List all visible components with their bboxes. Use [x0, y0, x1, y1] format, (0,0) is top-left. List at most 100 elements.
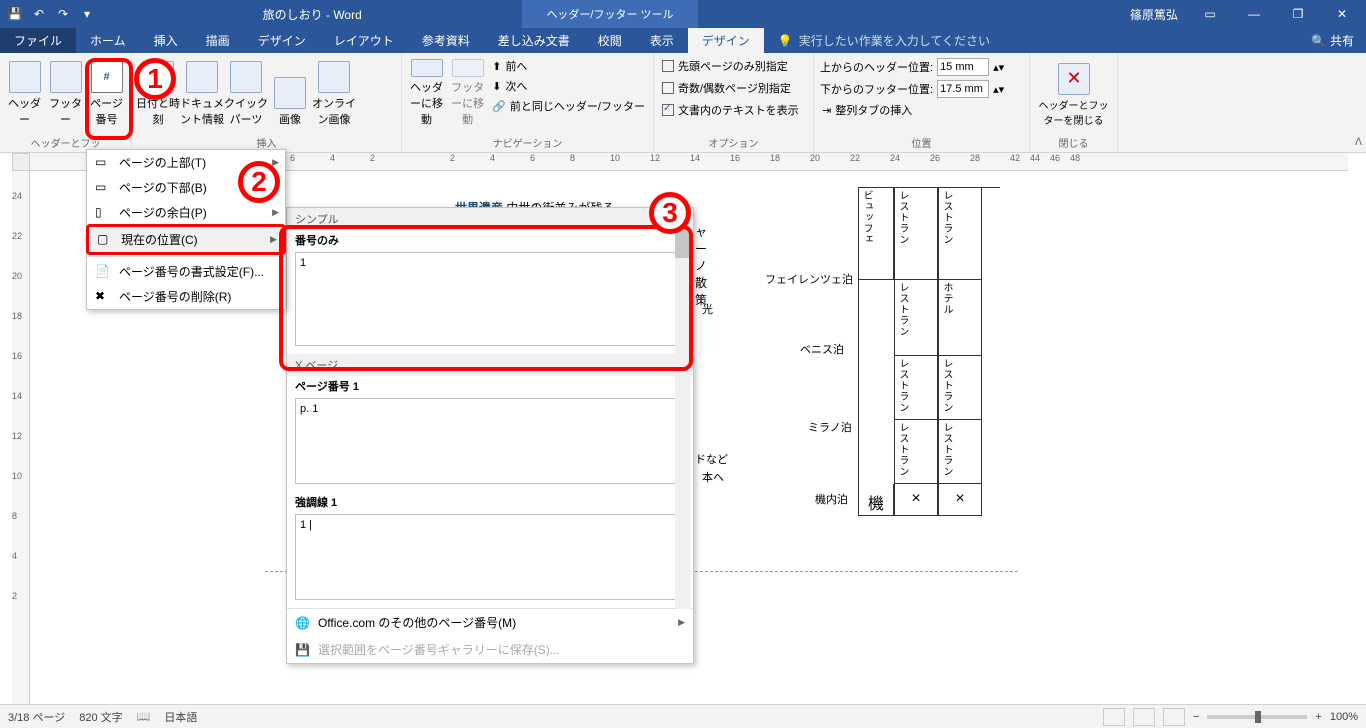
ribbon: ヘッダー フッター #ページ番号 ヘッダーとフッ 日付と時刻 ドキュメント情報 … [0, 53, 1366, 153]
prev-button[interactable]: ⬆前へ [488, 57, 649, 75]
minimize-icon[interactable]: — [1234, 0, 1274, 28]
date-label: 日付と時刻 [136, 95, 180, 127]
close-label: ヘッダーとフッターを閉じる [1034, 97, 1113, 127]
footer-pos-input[interactable] [937, 80, 989, 98]
ruler-corner [12, 153, 30, 171]
zoom-out-icon[interactable]: − [1193, 711, 1199, 723]
tab-layout[interactable]: レイアウト [320, 28, 408, 53]
restore-icon[interactable]: ❐ [1278, 0, 1318, 28]
menu-tabs: ファイル ホーム 挿入 描画 デザイン レイアウト 参考資料 差し込み文書 校閲… [0, 28, 1366, 53]
gallery-section-xpage: X ベージ [287, 354, 693, 376]
group-nav-label: ナビゲーション [402, 135, 653, 152]
footer-label: フッター [45, 95, 86, 127]
checkbox-icon [662, 82, 674, 94]
menu-format-page-numbers[interactable]: 📄ページ番号の書式設定(F)... [87, 259, 285, 284]
image-button[interactable]: 画像 [268, 55, 312, 127]
status-page[interactable]: 3/18 ページ [8, 709, 65, 725]
annotation-badge-1: 1 [134, 58, 176, 100]
tab-draw[interactable]: 描画 [192, 28, 244, 53]
link-same-button[interactable]: 🔗前と同じヘッダー/フッター [488, 97, 649, 115]
next-button[interactable]: ⬇次へ [488, 77, 649, 95]
tab-home[interactable]: ホーム [76, 28, 140, 53]
table-fragment: ビュッフェ レストラン レストラン レストラン ホテル レストラン レストラン … [858, 187, 1000, 516]
header-pos-input[interactable] [937, 58, 989, 76]
tab-references[interactable]: 参考資料 [408, 28, 484, 53]
menu-current-position[interactable]: ▢現在の位置(C)▶ [86, 224, 286, 255]
tab-review[interactable]: 校閲 [584, 28, 636, 53]
tab-file[interactable]: ファイル [0, 28, 76, 53]
save-icon: 💾 [295, 643, 310, 657]
footer-from-bottom: 下からのフッター位置:▴▾ [818, 79, 1006, 99]
qat-more-icon[interactable]: ▾ [76, 3, 98, 25]
tab-insert[interactable]: 挿入 [140, 28, 192, 53]
status-words[interactable]: 820 文字 [79, 709, 122, 725]
quick-parts-button[interactable]: クイック パーツ [224, 55, 268, 127]
spinner-icon[interactable]: ▴▾ [993, 83, 1004, 96]
menu-remove-page-numbers[interactable]: ✖ページ番号の削除(R) [87, 284, 285, 309]
window-title: 旅のしおり - Word [102, 6, 522, 23]
gallery-section-simple: シンプル [287, 208, 693, 230]
title-bar: 💾 ↶ ↷ ▾ 旅のしおり - Word ヘッダー/フッター ツール 篠原篤弘 … [0, 0, 1366, 28]
close-icon[interactable]: ✕ [1322, 0, 1362, 28]
collapse-ribbon-icon[interactable]: ᐱ [1355, 137, 1362, 148]
page-number-button[interactable]: #ページ番号 [86, 55, 127, 127]
chevron-right-icon: ▶ [272, 207, 279, 218]
opt-first-page[interactable]: 先頭ページのみ別指定 [658, 57, 803, 75]
view-web-icon[interactable] [1163, 708, 1185, 726]
quick-access-toolbar: 💾 ↶ ↷ ▾ [0, 3, 102, 25]
share-icon: 🔍 [1311, 34, 1326, 48]
zoom-level[interactable]: 100% [1330, 711, 1358, 723]
close-hf-button[interactable]: ヘッダーとフッターを閉じる [1034, 55, 1113, 127]
opt-show-text[interactable]: 文書内のテキストを表示 [658, 101, 803, 119]
tab-view[interactable]: 表示 [636, 28, 688, 53]
chevron-right-icon: ▶ [678, 617, 685, 628]
view-print-icon[interactable] [1133, 708, 1155, 726]
tab-hf-design[interactable]: デザイン [688, 28, 764, 53]
tab-design[interactable]: デザイン [244, 28, 320, 53]
annotation-badge-2: 2 [238, 161, 280, 203]
gallery-scrollbar[interactable] [675, 226, 691, 609]
opt-accent1[interactable]: 1 | [295, 514, 685, 600]
checkbox-checked-icon [662, 104, 674, 116]
online-image-button[interactable]: オンライン画像 [312, 55, 356, 127]
group-close-label: 閉じる [1030, 135, 1117, 152]
doc-info-button[interactable]: ドキュメント情報 [180, 55, 224, 127]
tell-me[interactable]: 💡 実行したい作業を入力してください [764, 28, 1299, 53]
share-label: 共有 [1330, 32, 1354, 49]
opt-plain-number[interactable]: 1 [295, 252, 685, 346]
group-pos-label: 位置 [814, 135, 1029, 152]
user-name: 篠原篤弘 [1122, 6, 1186, 23]
footer-button[interactable]: フッター [45, 55, 86, 127]
globe-icon: 🌐 [295, 616, 310, 630]
tab-mailings[interactable]: 差し込み文書 [484, 28, 584, 53]
opt-page-no1-title: ページ番号 1 [287, 376, 693, 396]
save-icon[interactable]: 💾 [4, 3, 26, 25]
opt-page-no1[interactable]: p. 1 [295, 398, 685, 484]
status-language[interactable]: 日本語 [164, 709, 197, 725]
vertical-ruler[interactable]: 242220 181614 12108 42 [12, 171, 30, 704]
menu-page-margins[interactable]: ▯ページの余白(P)▶ [87, 200, 285, 225]
opt-plain-number-title: 番号のみ [287, 230, 693, 250]
prev-icon: ⬆ [492, 60, 501, 73]
goto-footer-button[interactable]: フッターに移動 [447, 55, 488, 127]
page-number-gallery: シンプル 番号のみ 1 X ベージ ページ番号 1 p. 1 強調線 1 1 |… [286, 207, 694, 664]
goto-header-button[interactable]: ヘッダーに移動 [406, 55, 447, 127]
zoom-slider[interactable] [1207, 715, 1307, 719]
header-label: ヘッダー [4, 95, 45, 127]
insert-align-tab[interactable]: ⇥整列タブの挿入 [818, 101, 1006, 119]
gallery-more-office[interactable]: 🌐Office.com のその他のページ番号(M)▶ [287, 609, 693, 636]
header-button[interactable]: ヘッダー [4, 55, 45, 127]
redo-icon[interactable]: ↷ [52, 3, 74, 25]
view-read-icon[interactable] [1103, 708, 1125, 726]
header-from-top: 上からのヘッダー位置:▴▾ [818, 57, 1006, 77]
ribbon-options-icon[interactable]: ▭ [1190, 0, 1230, 28]
zoom-in-icon[interactable]: + [1315, 711, 1321, 723]
spinner-icon[interactable]: ▴▾ [993, 61, 1004, 74]
docinfo-label: ドキュメント情報 [180, 95, 224, 127]
chevron-right-icon: ▶ [270, 234, 277, 245]
undo-icon[interactable]: ↶ [28, 3, 50, 25]
status-proofing-icon[interactable]: 📖 [137, 710, 151, 723]
share-button[interactable]: 🔍 共有 [1299, 28, 1366, 53]
lightbulb-icon: 💡 [778, 34, 793, 48]
opt-odd-even[interactable]: 奇数/偶数ページ別指定 [658, 79, 803, 97]
